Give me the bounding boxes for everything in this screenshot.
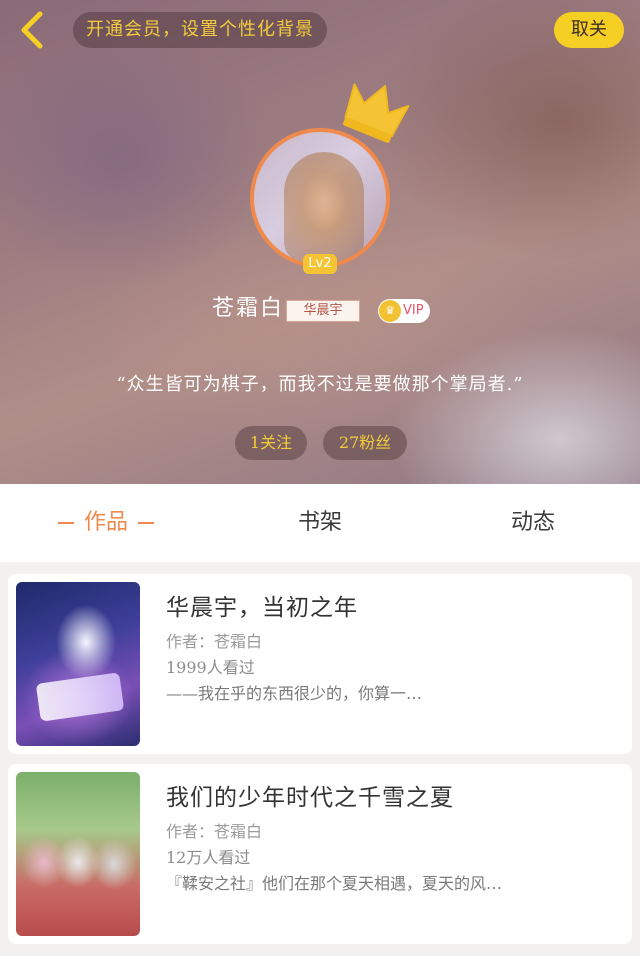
book-views: 12万人看过 [166,848,251,867]
book-author: 作者：苍霜白 [166,632,263,651]
username: 苍霜白 [212,296,285,321]
tab-indicator-right [138,522,154,524]
tab-bar: 作品 书架 动态 [0,484,640,562]
book-views: 1999人看过 [166,658,255,677]
work-card[interactable]: 华晨宇，当初之年 作者：苍霜白 1999人看过 ——我在乎的东西很少的，你算一… [8,574,632,754]
book-cover-image[interactable] [16,772,140,936]
chevron-left-icon [21,11,43,49]
level-badge: Lv2 [303,254,337,274]
book-title: 华晨宇，当初之年 [166,595,358,621]
tab-works-label: 作品 [83,510,128,535]
avatar-container[interactable] [250,128,390,268]
signature: “众生皆可为棋子，而我不过是要做那个掌局者.” [116,374,524,395]
tab-indicator-left [57,522,74,524]
vip-crown-icon: ♛ [379,300,401,322]
profile-header: 开通会员，设置个性化背景 取关 Lv2 苍霜白 华晨宇 ♛ VIP “众生皆可为… [0,0,640,484]
following-count[interactable]: 1关注 [235,426,307,460]
book-description: 『鞣安之社』他们在那个夏天相遇，夏天的风… [166,874,503,893]
avatar[interactable] [250,128,390,268]
tab-bookshelf[interactable]: 书架 [270,484,370,562]
back-button[interactable] [14,8,50,52]
vip-badge: ♛ VIP [378,299,430,323]
book-cover-image[interactable] [16,582,140,746]
unfollow-button[interactable]: 取关 [554,12,624,48]
book-author: 作者：苍霜白 [166,822,263,841]
fan-tag: 华晨宇 [286,300,360,322]
work-card[interactable]: 我们的少年时代之千雪之夏 作者：苍霜白 12万人看过 『鞣安之社』他们在那个夏天… [8,764,632,944]
name-row: 苍霜白 华晨宇 ♛ VIP [0,292,640,328]
book-description: ——我在乎的东西很少的，你算一… [166,684,423,703]
vip-label: VIP [403,303,424,318]
tab-works[interactable]: 作品 [46,484,166,562]
vip-promo-banner[interactable]: 开通会员，设置个性化背景 [73,12,327,48]
tab-activity[interactable]: 动态 [483,484,583,562]
crown-icon [343,83,410,143]
book-title: 我们的少年时代之千雪之夏 [166,785,454,811]
fans-count[interactable]: 27粉丝 [323,426,407,460]
